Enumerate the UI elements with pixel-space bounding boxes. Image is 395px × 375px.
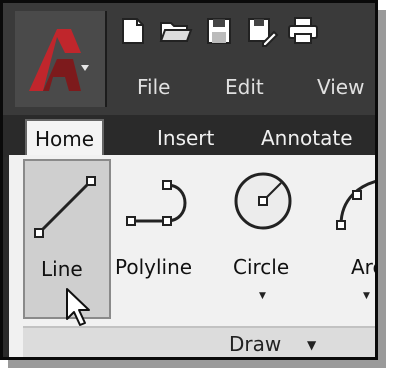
- draw-panel-footer[interactable]: Draw ▼: [23, 326, 375, 357]
- application-menu-button[interactable]: [15, 11, 107, 107]
- save-icon[interactable]: [201, 13, 237, 49]
- window-shadow-bottom: [8, 360, 386, 368]
- ribbon-tab-bar: Home Insert Annotate: [3, 115, 375, 159]
- polyline-tool-button[interactable]: Polyline: [113, 159, 211, 319]
- polyline-tool-label: Polyline: [115, 255, 193, 279]
- panel-expand-arrow-icon[interactable]: ▼: [307, 338, 316, 352]
- arc-dropdown-arrow-icon[interactable]: ▼: [363, 291, 370, 301]
- arc-icon: [336, 180, 375, 230]
- tab-insert[interactable]: Insert: [157, 121, 214, 155]
- application-window: File Edit View Home Insert Annotate Line…: [0, 0, 378, 360]
- line-tool-label: Line: [41, 257, 83, 281]
- save-as-icon[interactable]: [243, 13, 279, 49]
- print-icon[interactable]: [285, 13, 321, 49]
- tab-annotate[interactable]: Annotate: [261, 121, 353, 155]
- arc-tool-label: Arc: [351, 255, 375, 279]
- new-file-icon[interactable]: [115, 13, 151, 49]
- line-icon: [34, 176, 96, 238]
- polyline-icon: [126, 180, 187, 226]
- title-bar: File Edit View: [3, 3, 375, 115]
- menu-file[interactable]: File: [137, 75, 170, 99]
- circle-tool-label: Circle: [233, 255, 290, 279]
- circle-icon: [234, 172, 292, 230]
- draw-panel: Line Polyline Circle ▼ Ar ▼ Draw ▼: [9, 155, 375, 357]
- window-shadow-right: [378, 10, 386, 368]
- circle-dropdown-arrow-icon[interactable]: ▼: [259, 291, 266, 301]
- arc-tool-button[interactable]: Arc ▼: [327, 159, 375, 319]
- circle-tool-button[interactable]: Circle ▼: [223, 159, 307, 319]
- autocad-logo-icon: [29, 29, 89, 91]
- mouse-pointer-icon: [66, 288, 90, 326]
- tab-home[interactable]: Home: [25, 119, 105, 159]
- open-folder-icon[interactable]: [157, 13, 193, 49]
- menu-edit[interactable]: Edit: [225, 75, 264, 99]
- menu-view[interactable]: View: [317, 75, 364, 99]
- panel-title: Draw: [229, 332, 282, 356]
